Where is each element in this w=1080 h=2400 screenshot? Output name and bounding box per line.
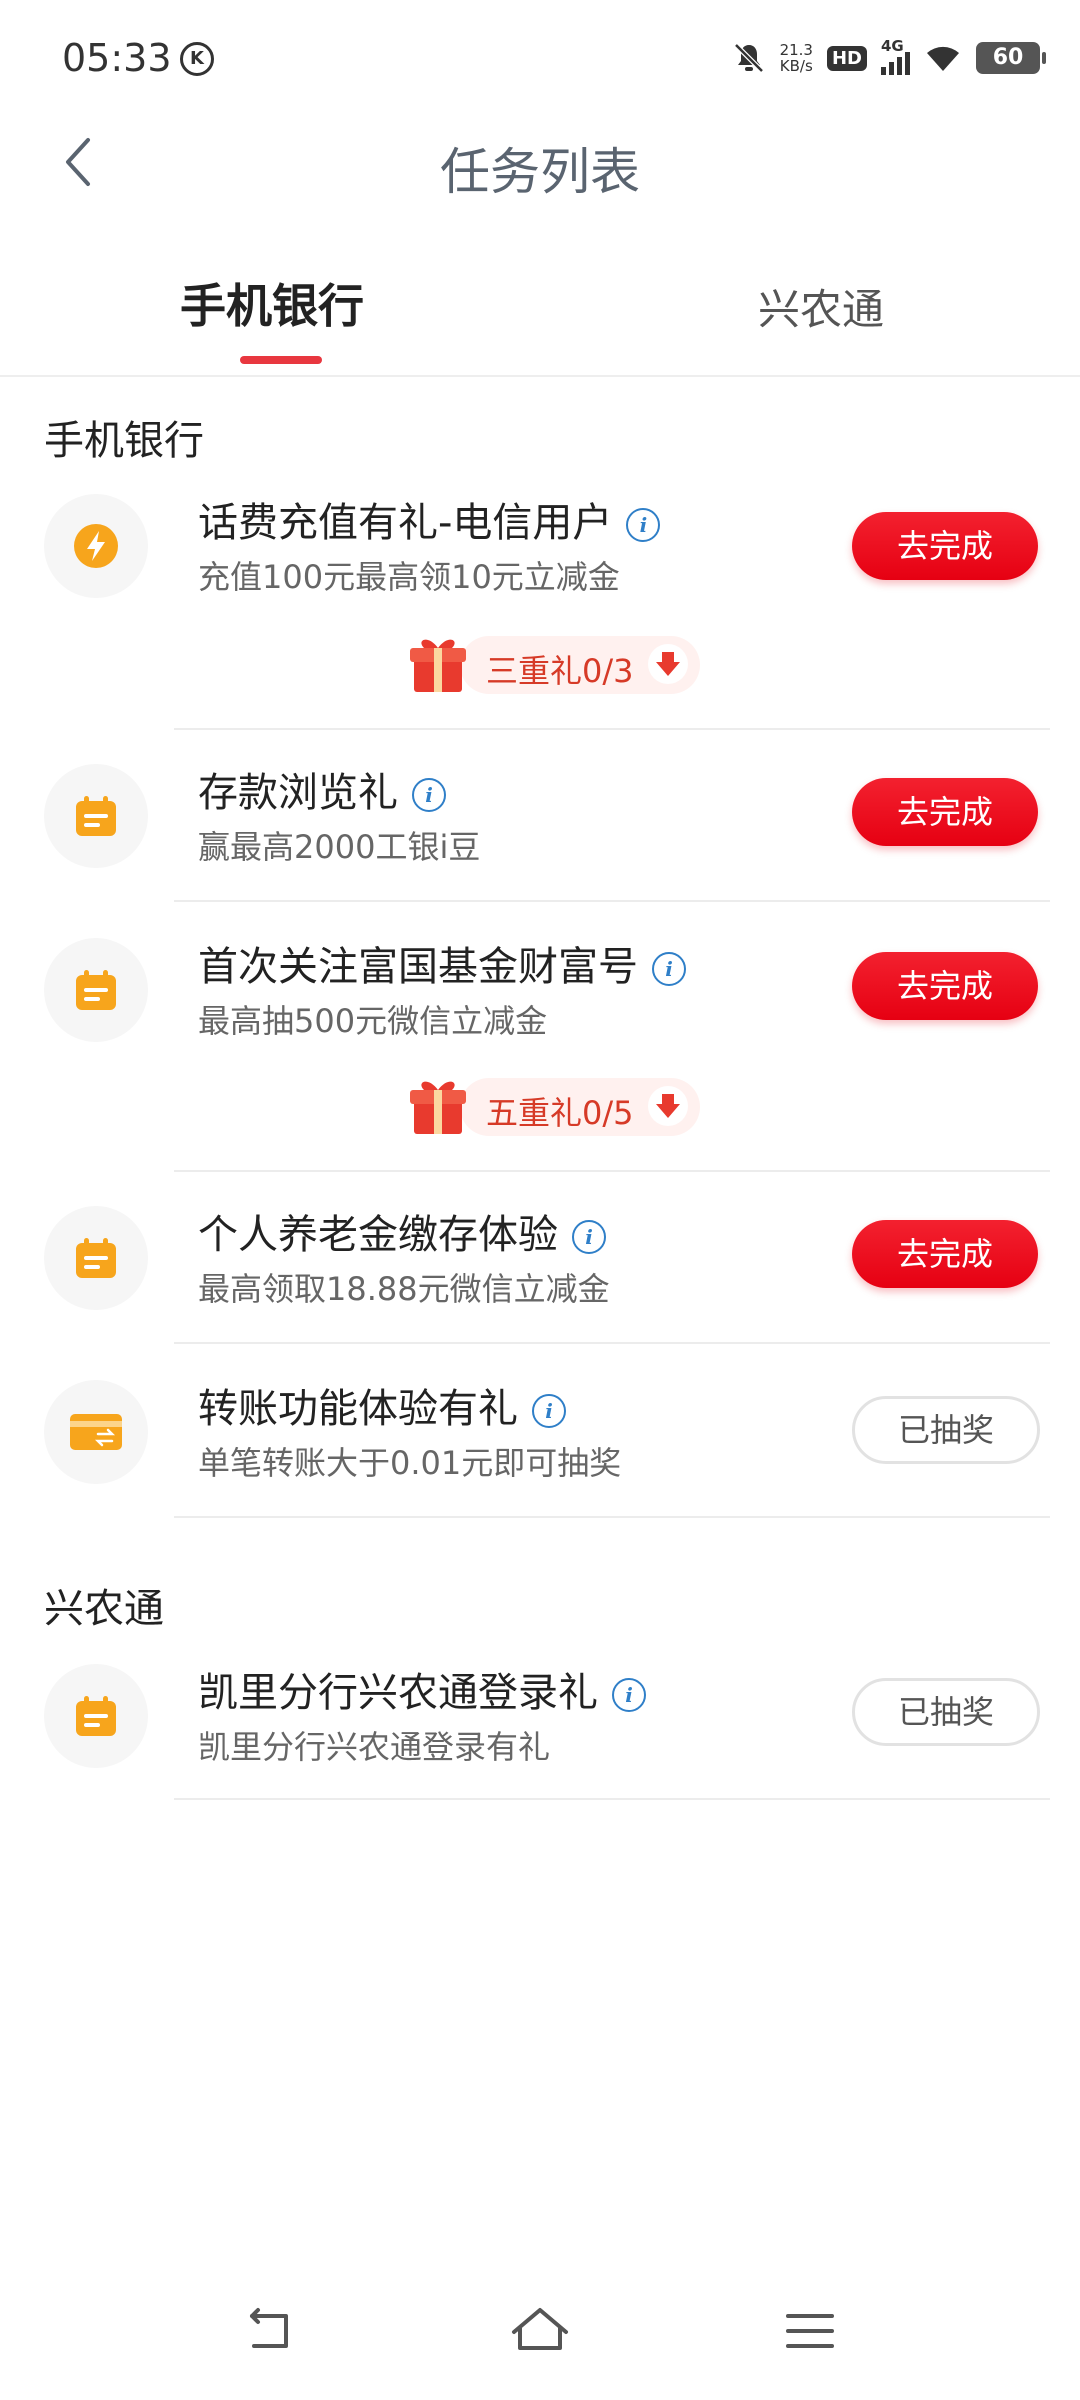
- calendar-icon: [76, 1238, 116, 1278]
- go-complete-button[interactable]: 去完成: [852, 512, 1038, 580]
- network-speed: 21.3 KB/s: [780, 42, 813, 74]
- task-icon-container: [44, 1664, 148, 1768]
- signal-icon: 4G: [881, 37, 910, 75]
- home-nav-icon[interactable]: [510, 2306, 570, 2356]
- gift-tier-label: 三重礼0/3: [486, 652, 634, 690]
- divider: [174, 728, 1050, 730]
- back-nav-icon[interactable]: [240, 2306, 300, 2356]
- task-icon-container: [44, 1380, 148, 1484]
- network-type: 4G: [881, 37, 904, 55]
- info-icon[interactable]: i: [572, 1220, 606, 1254]
- already-drawn-button[interactable]: 已抽奖: [852, 1396, 1040, 1464]
- status-icons: 21.3 KB/s HD 4G 60: [732, 36, 1046, 80]
- task-title: 话费充值有礼-电信用户 i: [198, 490, 661, 548]
- info-icon[interactable]: i: [612, 1678, 646, 1712]
- app-header: 任务列表: [0, 110, 1080, 220]
- status-time: 05:33: [62, 36, 172, 80]
- gift-tier-toggle[interactable]: 三重礼0/3: [408, 632, 700, 696]
- tab-bar: 手机银行 兴农通: [0, 250, 1080, 377]
- tab-mobile-banking[interactable]: 手机银行: [180, 270, 364, 336]
- section-title-xingnongtong: 兴农通: [44, 1586, 164, 1632]
- divider: [174, 1342, 1050, 1344]
- divider: [174, 1798, 1050, 1800]
- calendar-icon: [76, 796, 116, 836]
- task-description: 最高抽500元微信立减金: [198, 1002, 548, 1040]
- speed-value: 21.3: [779, 41, 813, 59]
- system-nav-bar: [0, 2290, 1080, 2370]
- task-title: 存款浏览礼 i: [198, 760, 446, 818]
- task-title-text: 首次关注富国基金财富号: [198, 944, 638, 990]
- lightning-icon: [74, 524, 118, 568]
- section-title-mobile-banking: 手机银行: [44, 418, 204, 464]
- gift-box-icon: [410, 639, 466, 692]
- status-bar: 05:33 K 21.3 KB/s HD 4G 60: [0, 0, 1080, 110]
- tab-xingnongtong[interactable]: 兴农通: [758, 276, 884, 337]
- page-title: 任务列表: [440, 143, 640, 201]
- task-description: 充值100元最高领10元立减金: [198, 558, 620, 596]
- task-title-text: 转账功能体验有礼: [198, 1386, 518, 1432]
- task-title: 凯里分行兴农通登录礼 i: [198, 1660, 646, 1718]
- battery-icon: 60: [976, 42, 1046, 74]
- info-icon[interactable]: i: [412, 778, 446, 812]
- task-description: 凯里分行兴农通登录有礼: [198, 1728, 551, 1766]
- divider: [174, 900, 1050, 902]
- card-transfer-icon: [70, 1414, 122, 1450]
- speed-unit: KB/s: [779, 57, 813, 75]
- expand-arrow-icon: [648, 644, 688, 684]
- task-icon-container: [44, 938, 148, 1042]
- gift-tier-label: 五重礼0/5: [486, 1094, 634, 1132]
- bell-muted-icon: [733, 43, 764, 73]
- go-complete-button[interactable]: 去完成: [852, 952, 1038, 1020]
- gift-box-icon: [410, 1081, 466, 1134]
- divider: [174, 1170, 1050, 1172]
- task-icon-container: [44, 494, 148, 598]
- hd-icon: HD: [826, 45, 867, 71]
- task-icon-container: [44, 1206, 148, 1310]
- task-title: 个人养老金缴存体验 i: [198, 1202, 606, 1260]
- task-title-text: 凯里分行兴农通登录礼: [198, 1670, 598, 1716]
- wifi-icon: [927, 46, 959, 71]
- go-complete-button[interactable]: 去完成: [852, 778, 1038, 846]
- task-icon-container: [44, 764, 148, 868]
- task-title-text: 个人养老金缴存体验: [198, 1212, 558, 1258]
- calendar-icon: [76, 970, 116, 1010]
- info-icon[interactable]: i: [626, 508, 661, 542]
- info-icon[interactable]: i: [532, 1394, 566, 1428]
- task-title-text: 存款浏览礼: [198, 770, 398, 816]
- task-description: 最高领取18.88元微信立减金: [198, 1270, 610, 1308]
- menu-nav-icon[interactable]: [780, 2306, 840, 2356]
- active-tab-indicator: [240, 356, 322, 364]
- divider: [174, 1516, 1050, 1518]
- already-drawn-button[interactable]: 已抽奖: [852, 1678, 1040, 1746]
- calendar-icon: [76, 1696, 116, 1736]
- task-title: 首次关注富国基金财富号 i: [198, 934, 686, 992]
- k-notification-icon: K: [180, 42, 214, 76]
- task-title-text: 话费充值有礼-电信用户: [198, 500, 613, 546]
- expand-arrow-icon: [648, 1086, 688, 1126]
- task-description: 单笔转账大于0.01元即可抽奖: [198, 1444, 622, 1482]
- go-complete-button[interactable]: 去完成: [852, 1220, 1038, 1288]
- task-title: 转账功能体验有礼 i: [198, 1376, 566, 1434]
- task-description: 赢最高2000工银i豆: [198, 828, 481, 866]
- info-icon[interactable]: i: [652, 952, 686, 986]
- gift-tier-toggle[interactable]: 五重礼0/5: [408, 1074, 700, 1138]
